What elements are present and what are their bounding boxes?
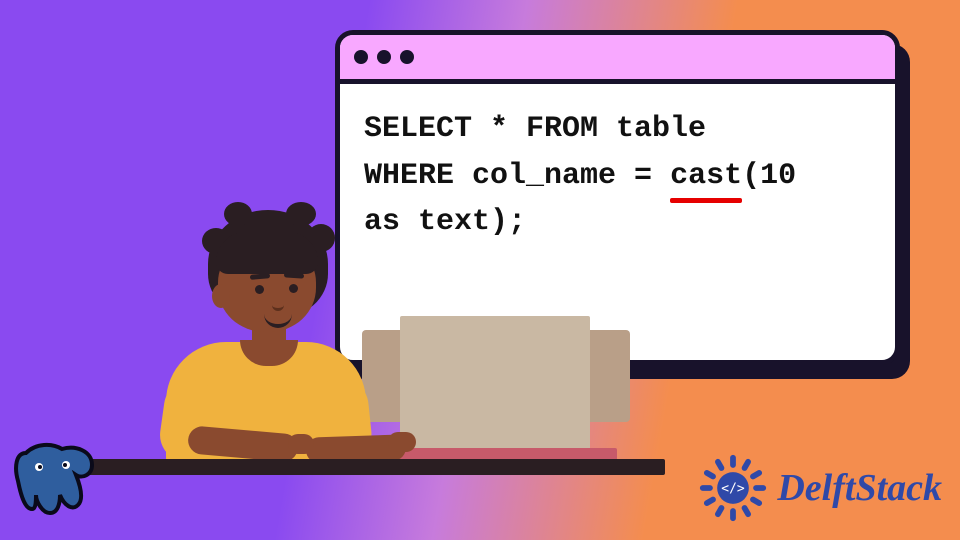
postgresql-logo-icon [6,431,106,536]
code-line-2b: (10 [742,159,796,193]
window-dot-icon [377,50,391,64]
desk [65,459,665,475]
delftstack-logo: </> DelftStack [697,452,942,524]
delftstack-badge-icon: </> [697,452,769,524]
window-dot-icon [354,50,368,64]
window-dot-icon [400,50,414,64]
delftstack-wordmark: DelftStack [777,466,942,510]
person-illustration [116,210,416,470]
illustration-canvas: SELECT * FROM table WHERE col_name = cas… [0,0,960,540]
code-cast-keyword: cast [670,153,742,200]
code-line-1: SELECT * FROM table [364,112,706,146]
window-title-bar [340,35,895,84]
code-window: SELECT * FROM table WHERE col_name = cas… [335,30,900,365]
code-line-2a: WHERE col_name = [364,159,670,193]
svg-text:</>: </> [722,481,746,496]
monitor-stand [400,316,590,462]
code-area: SELECT * FROM table WHERE col_name = cas… [340,84,895,266]
